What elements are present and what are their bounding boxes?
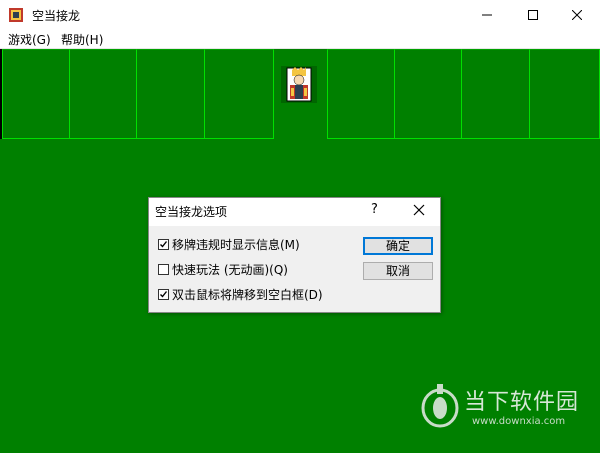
- minimize-icon: [482, 14, 492, 16]
- checkmark-icon: [160, 291, 168, 298]
- king-card-icon: [9, 8, 23, 22]
- dialog-title: 空当接龙选项: [155, 205, 228, 219]
- dialog-body: 移牌违规时显示信息(M) 快速玩法 (无动画)(Q) 双击鼠标将牌移到空白框(D…: [149, 226, 440, 312]
- menu-bar: 游戏(G) 帮助(H): [0, 30, 600, 49]
- checkbox-show-invalid-move[interactable]: [158, 239, 169, 250]
- free-cell-2[interactable]: [69, 49, 137, 139]
- option-show-invalid-move[interactable]: 移牌违规时显示信息(M): [158, 236, 300, 253]
- checkbox-double-click-move[interactable]: [158, 289, 169, 300]
- option-label: 移牌违规时显示信息(M): [172, 238, 300, 252]
- close-icon[interactable]: [411, 202, 427, 218]
- checkbox-quick-play[interactable]: [158, 264, 169, 275]
- menu-game[interactable]: 游戏(G): [6, 31, 53, 48]
- ok-button[interactable]: 确定: [363, 237, 433, 255]
- option-double-click-move[interactable]: 双击鼠标将牌移到空白框(D): [158, 286, 323, 303]
- king-face-icon[interactable]: [281, 66, 317, 103]
- free-cell-4[interactable]: [204, 49, 274, 139]
- menu-help[interactable]: 帮助(H): [59, 31, 105, 48]
- checkmark-icon: [160, 241, 168, 248]
- maximize-button[interactable]: [510, 0, 556, 30]
- home-cell-4[interactable]: [529, 49, 600, 139]
- maximize-icon: [528, 10, 538, 20]
- close-icon: [572, 10, 582, 20]
- help-button[interactable]: ?: [371, 202, 378, 217]
- options-dialog: 空当接龙选项 ? 移牌违规时显示信息(M) 快速玩法 (无动画)(Q) 双击鼠标…: [148, 197, 441, 313]
- cancel-button[interactable]: 取消: [363, 262, 433, 280]
- home-cell-3[interactable]: [461, 49, 530, 139]
- window-title: 空当接龙: [32, 9, 81, 23]
- watermark-url: www.downxia.com: [472, 416, 566, 427]
- title-bar: 空当接龙: [0, 0, 600, 30]
- free-cell-3[interactable]: [136, 49, 205, 139]
- watermark-text: 当下软件园: [464, 390, 580, 415]
- minimize-button[interactable]: [464, 0, 510, 30]
- close-button[interactable]: [554, 0, 600, 30]
- option-label: 快速玩法 (无动画)(Q): [172, 263, 288, 277]
- watermark-logo-icon: [421, 384, 459, 428]
- free-cell-1[interactable]: [2, 49, 70, 139]
- home-cell-1[interactable]: [327, 49, 395, 139]
- option-label: 双击鼠标将牌移到空白框(D): [172, 288, 323, 302]
- home-cell-2[interactable]: [394, 49, 462, 139]
- watermark: 当下软件园 www.downxia.com: [420, 378, 590, 436]
- option-quick-play[interactable]: 快速玩法 (无动画)(Q): [158, 261, 288, 278]
- board-edge: [0, 49, 2, 139]
